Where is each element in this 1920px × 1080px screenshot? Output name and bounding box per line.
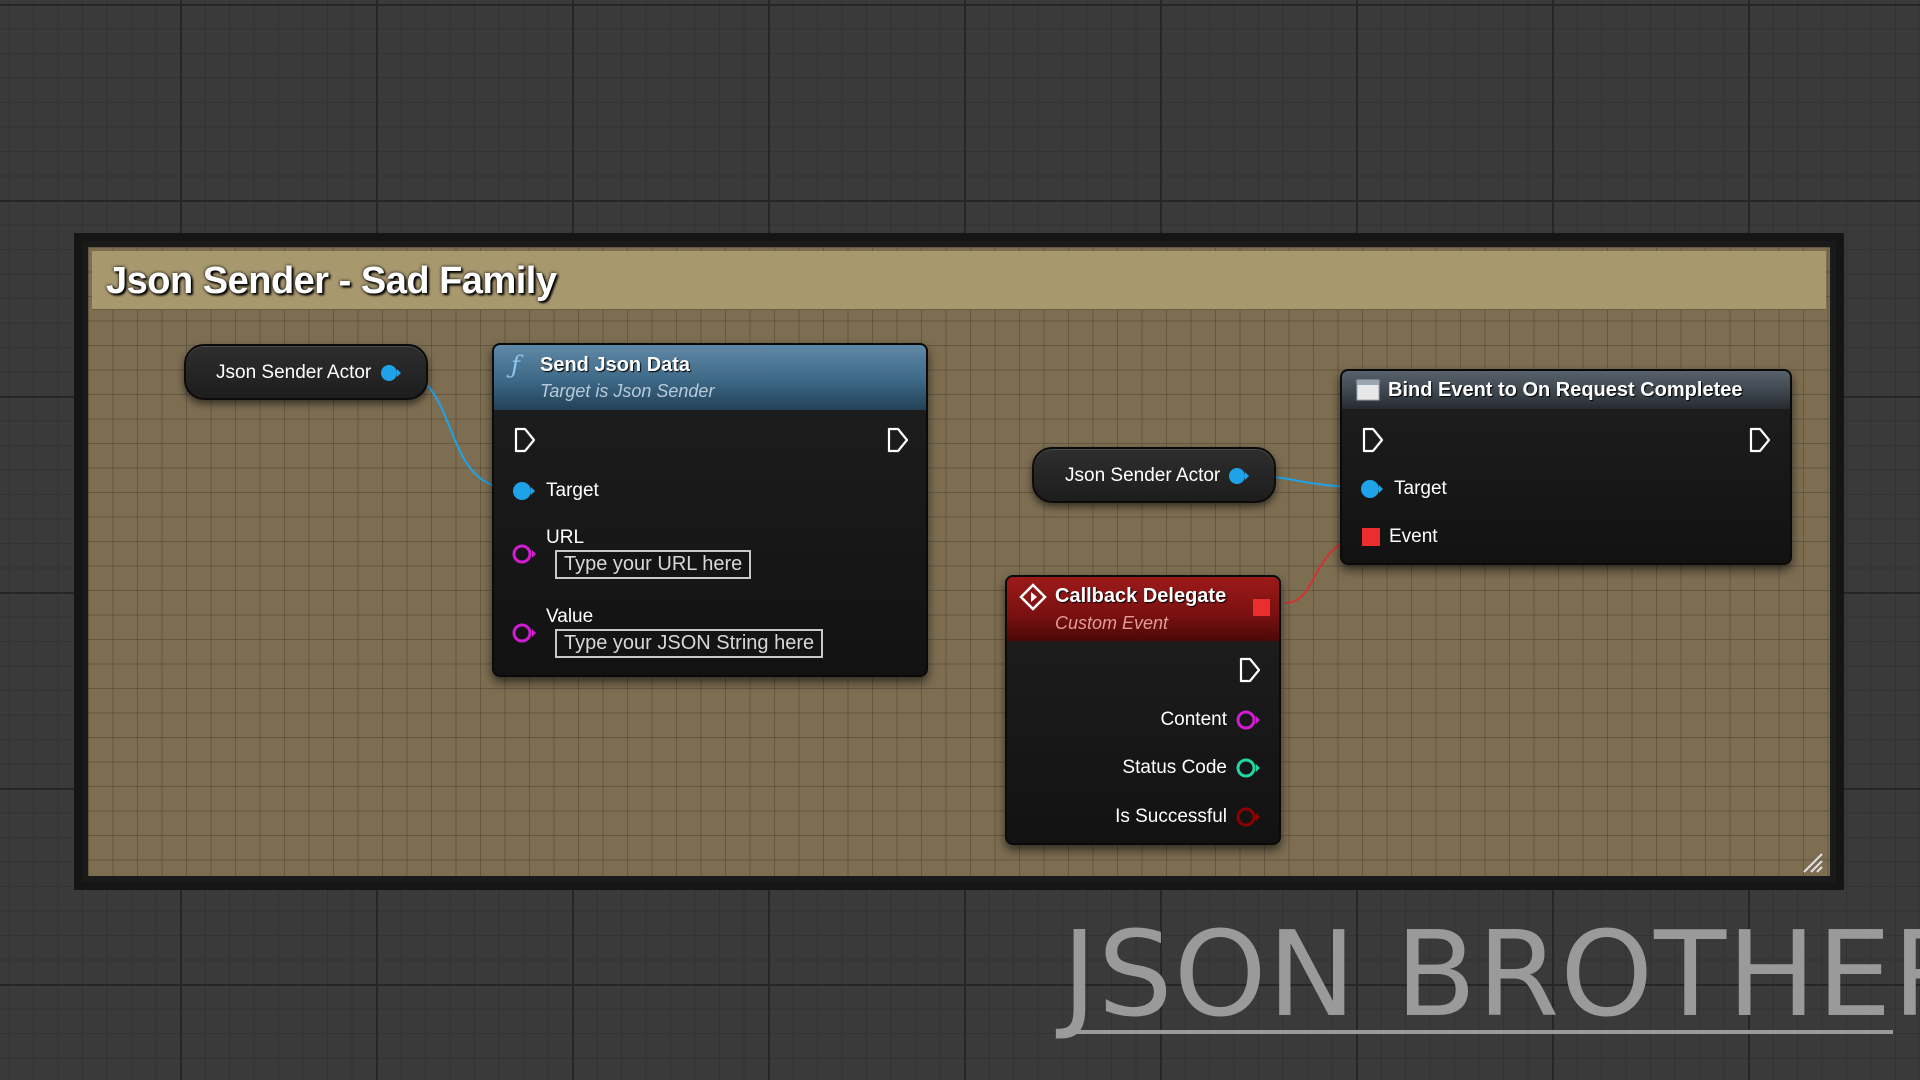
target-pin-label: Target [1394,478,1447,499]
event-pin-label: Event [1389,526,1438,547]
value-input[interactable]: Type your JSON String here [555,629,824,658]
exec-output-pin-icon[interactable] [1749,427,1771,453]
bind-event-node[interactable]: Bind Event to On Request Completee Targe… [1340,369,1792,565]
exec-input-pin-icon[interactable] [514,427,536,453]
content-pin-label: Content [1160,709,1227,730]
getter-label: Json Sender Actor [1065,465,1221,486]
status-code-pin-label: Status Code [1122,757,1227,778]
node-header: Bind Event to On Request Completee [1342,371,1790,409]
json-sender-actor-getter[interactable]: Json Sender Actor [184,344,428,400]
node-subtitle: Target is Json Sender [540,381,715,401]
node-title: Send Json Data [540,354,691,376]
custom-event-icon [1019,583,1047,611]
value-pin-label: Value [546,606,594,627]
target-pin-icon[interactable] [1360,479,1384,499]
exec-output-pin-icon[interactable] [1239,657,1261,683]
is-successful-pin-label: Is Successful [1115,806,1227,827]
node-title: Bind Event to On Request Completee [1388,379,1743,401]
watermark-underline [1065,1030,1893,1034]
bind-event-icon [1356,379,1380,401]
node-subtitle: Custom Event [1055,613,1169,633]
node-title: Callback Delegate [1055,585,1227,607]
url-input[interactable]: Type your URL here [555,550,752,579]
exec-output-pin-icon[interactable] [887,427,909,453]
target-pin-icon[interactable] [512,481,536,501]
event-delegate-pin-icon[interactable] [1362,528,1380,546]
value-string-pin-icon[interactable] [512,622,538,644]
url-pin-label: URL [546,527,585,548]
content-string-pin-icon[interactable] [1236,709,1262,731]
node-header: ƒ Send Json Data Target is Json Sender [494,345,926,410]
target-pin-label: Target [546,480,599,501]
send-json-data-node[interactable]: ƒ Send Json Data Target is Json Sender T… [492,343,928,677]
url-string-pin-icon[interactable] [512,543,538,565]
getter-label: Json Sender Actor [216,362,372,383]
is-successful-bool-pin-icon[interactable] [1236,806,1262,828]
node-header: Callback Delegate Custom Event [1007,577,1279,641]
watermark-text: JSON BROTHER [1062,905,1920,1043]
object-output-pin-icon[interactable] [1228,467,1250,485]
function-icon: ƒ [511,351,520,379]
exec-input-pin-icon[interactable] [1362,427,1384,453]
callback-delegate-node[interactable]: Callback Delegate Custom Event Content S… [1005,575,1281,845]
json-sender-actor-getter-2[interactable]: Json Sender Actor [1032,447,1276,503]
object-output-pin-icon[interactable] [380,364,402,382]
delegate-output-pin-icon[interactable] [1253,599,1270,616]
status-code-int-pin-icon[interactable] [1236,757,1262,779]
